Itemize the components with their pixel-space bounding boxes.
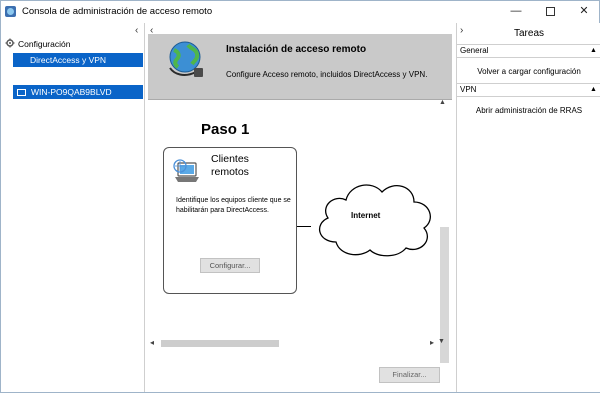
maximize-button[interactable] [533,1,567,21]
remote-clients-card: Clientes remotos Identifique los equipos… [163,147,297,294]
section-label: VPN [460,85,477,94]
card-title-line1: Clientes [211,153,249,165]
banner-subtitle: Configure Acceso remoto, incluidos Direc… [226,70,428,79]
server-label: WIN-PO9QAB9BLVD [31,87,112,97]
collapse-section-icon: ▲ [590,47,597,54]
maximize-icon [545,6,555,16]
tree-item-server[interactable]: WIN-PO9QAB9BLVD [13,85,143,99]
horizontal-scroll-thumb[interactable] [161,340,279,347]
tasks-pane: › Tareas General ▲ Volver a cargar confi… [456,23,600,392]
card-description: Identifique los equipos cliente que se h… [176,197,291,214]
gear-icon [5,38,15,48]
remote-access-console-window: Consola de administración de acceso remo… [0,0,600,393]
connection-line [297,226,311,227]
card-title-line2: remotos [211,166,249,178]
section-vpn[interactable]: VPN ▲ [457,83,600,97]
scroll-down-arrow[interactable]: ▼ [438,338,445,345]
section-general[interactable]: General ▲ [457,44,600,58]
reload-configuration-link[interactable]: Volver a cargar configuración [457,67,600,76]
navigation-tree: ‹ Configuración DirectAccess y VPN WIN-P… [1,23,145,392]
scroll-left-arrow[interactable]: ◂ [150,338,154,347]
tree-item-configuracion[interactable]: Configuración [5,38,143,51]
wizard-banner: Instalación de acceso remoto Configure A… [148,34,452,106]
wizard-canvas: Paso 1 Clientes remotos Identifique los … [147,101,454,363]
banner-title: Instalación de acceso remoto [226,44,367,55]
section-label: General [460,46,489,55]
app-icon [5,6,16,17]
collapse-section-icon: ▲ [590,86,597,93]
laptop-icon [173,159,199,182]
main-pane: ‹ Instalación de acceso remoto Configure… [147,23,454,392]
globe-icon [169,41,203,77]
scroll-right-arrow[interactable]: ▸ [430,338,434,347]
card-title: Clientes remotos [211,153,291,179]
finish-button[interactable]: Finalizar... [379,367,440,383]
horizontal-scrollbar[interactable]: ◂ ▸ ▼ [147,338,454,349]
tree-item-label: Configuración [18,39,71,49]
step-title: Paso 1 [201,121,250,138]
tasks-title: Tareas [513,28,544,39]
open-rras-management-link[interactable]: Abrir administración de RRAS [457,106,600,115]
collapse-left-pane-button[interactable]: ‹ [135,25,138,36]
internet-label: Internet [351,211,381,220]
server-icon [17,89,26,96]
window-title: Consola de administración de acceso remo… [22,6,213,17]
tree-item-directaccess-vpn[interactable]: DirectAccess y VPN [13,53,143,67]
title-bar: Consola de administración de acceso remo… [1,1,599,23]
close-button[interactable]: ✕ [567,1,600,21]
configure-button[interactable]: Configurar... [200,258,260,273]
minimize-button[interactable]: — [499,1,533,21]
